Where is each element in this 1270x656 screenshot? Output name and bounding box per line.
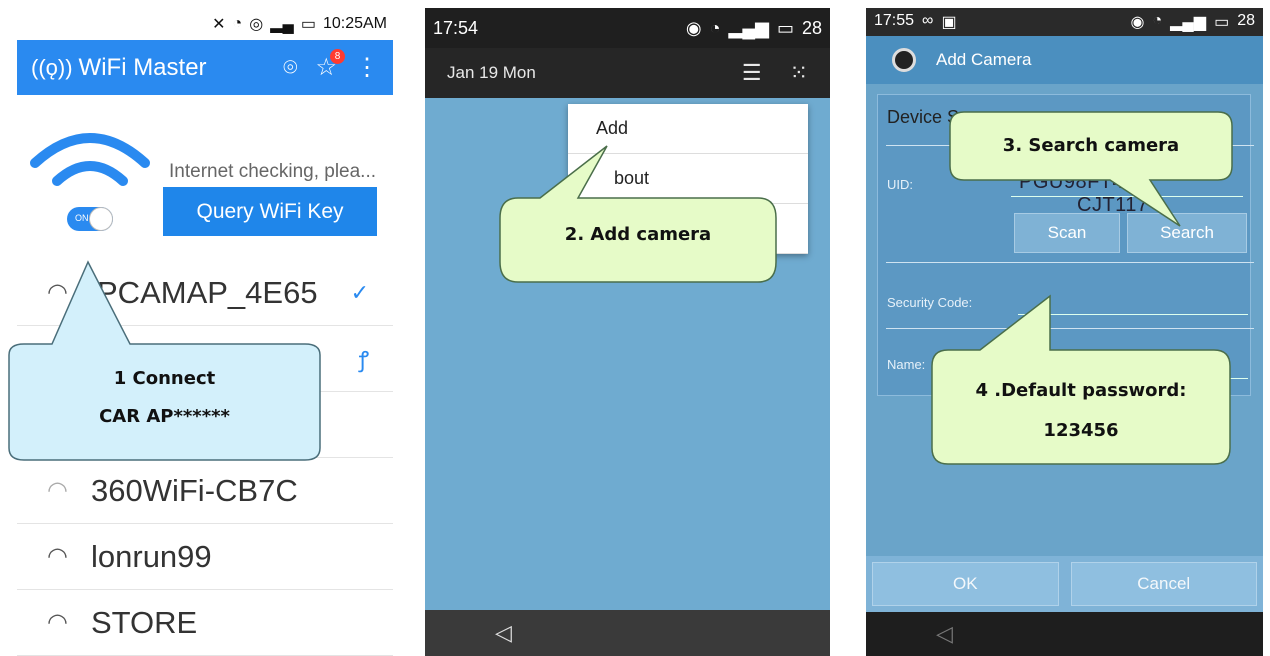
- alarm-icon: ◉: [1130, 14, 1145, 31]
- status-time: 17:54: [433, 17, 479, 38]
- callout-line: 1 Connect: [113, 368, 216, 389]
- alarm-icon: ◉: [685, 17, 702, 38]
- battery-icon: ▭: [1214, 14, 1230, 31]
- uid-input[interactable]: PGU98FT4A CJT117: [1011, 171, 1243, 216]
- status-bar: 17:54 ◉ ◔ ▂▄▆ ▭ 28: [425, 8, 830, 48]
- key-icon: ꝭ: [358, 346, 369, 372]
- mute-icon: ✕: [212, 16, 226, 33]
- app-title: WiFi Master: [78, 53, 207, 81]
- camera-app-screen: 17:54 ◉ ◔ ▂▄▆ ▭ 28 Jan 19 Mon ☰ ⁙ Add bo…: [425, 8, 830, 656]
- wifi-signal-icon: ◔: [709, 17, 721, 38]
- network-ssid: lonrun99: [91, 538, 212, 574]
- app-bar: ((ǫ)) WiFi Master ⌾ ☆ 8 ⋮: [17, 40, 393, 95]
- scan-button[interactable]: Scan: [1014, 213, 1120, 253]
- battery-icon: ▭: [776, 17, 794, 38]
- wifi-master-logo-icon: ((ǫ)): [31, 54, 73, 80]
- network-item[interactable]: ◠ STORE: [17, 590, 393, 656]
- back-icon[interactable]: ◁: [936, 621, 953, 647]
- app-toolbar: Jan 19 Mon ☰ ⁙: [425, 48, 830, 98]
- divider: [886, 262, 1254, 263]
- add-camera-screen: 17:55 ∞ ▣ ◉ ◔ ▂▄▆ ▭ 28 Add Camera Device…: [866, 8, 1263, 656]
- camera-app-logo-icon: [892, 48, 916, 72]
- wifi-toggle[interactable]: ON: [67, 207, 113, 231]
- status-icons: ◉ ◔ ▂▄▆ ▭ 28: [686, 18, 822, 39]
- back-icon[interactable]: ◁: [495, 620, 512, 646]
- name-label: Name:: [887, 357, 926, 372]
- section-heading: Device S: [887, 107, 960, 127]
- network-item[interactable]: ◠ 360WiFi-CB7C: [17, 458, 393, 524]
- title-bar: Add Camera: [866, 36, 1263, 84]
- menu-item-about[interactable]: bout: [568, 154, 808, 204]
- status-left: 17:55 ∞ ▣: [874, 12, 957, 32]
- cell-signal-icon: ▂▄▆: [1170, 14, 1207, 31]
- sync-icon: ◎: [249, 16, 264, 33]
- callout-line: CAR AP******: [99, 406, 230, 427]
- menu-item-add[interactable]: Add: [568, 104, 808, 154]
- location-icon[interactable]: ⌾: [283, 54, 297, 82]
- callout-line: 4 .Default password:: [975, 380, 1187, 401]
- callout-line: 2. Add camera: [564, 224, 712, 245]
- search-button[interactable]: Search: [1127, 213, 1247, 253]
- status-time: 17:55: [874, 12, 915, 29]
- security-code-input[interactable]: [1018, 293, 1248, 315]
- callout-connect-ap-text: 1 Connect CAR AP******: [9, 360, 320, 450]
- callout-search-camera-text: 3. Search camera: [950, 135, 1232, 165]
- battery-icon: ▭: [300, 16, 316, 33]
- wifi-locked-icon: ◠: [47, 543, 68, 570]
- network-item[interactable]: ◠ lonrun99: [17, 524, 393, 590]
- battery-level: 28: [1237, 12, 1255, 29]
- network-ssid: 360WiFi-CB7C: [91, 472, 298, 508]
- wifi-signal-icon: ◔: [1152, 12, 1163, 29]
- status-icons: ◉ ◔ ▂▄▆ ▭ 28: [1130, 12, 1255, 32]
- connected-check-icon: ✓: [350, 279, 369, 305]
- callout-line: 123456: [1043, 420, 1119, 441]
- cancel-button[interactable]: Cancel: [1070, 562, 1257, 606]
- grid-icon[interactable]: ⁙: [790, 60, 808, 86]
- status-bar: ✕ ◔ ◎ ▂▄ ▭ 10:25AM: [17, 8, 393, 40]
- cell-signal-icon: ▂▄▆: [728, 17, 769, 38]
- dialog-actions: OK Cancel: [866, 556, 1263, 612]
- status-bar: 17:55 ∞ ▣ ◉ ◔ ▂▄▆ ▭ 28: [866, 8, 1263, 36]
- connection-status-area: Internet checking, plea... Query WiFi Ke…: [17, 123, 393, 253]
- menu-icon[interactable]: ☰: [742, 60, 762, 86]
- wifi-icon: ◠: [47, 279, 68, 306]
- uid-label: UID:: [887, 177, 913, 192]
- network-list: ◠ PCAMAP_4E65 ✓ ꝭ ◠ 360WiFi-CB7C ◠ lonru…: [17, 260, 393, 656]
- screen-title: Add Camera: [936, 50, 1032, 69]
- toggle-label: ON: [75, 213, 89, 223]
- notification-badge: 8: [330, 49, 345, 64]
- network-ssid: PCAMAP_4E65: [97, 274, 318, 310]
- wifi-master-screen: ✕ ◔ ◎ ▂▄ ▭ 10:25AM ((ǫ)) WiFi Master ⌾ ☆…: [17, 8, 393, 656]
- divider: [886, 328, 1254, 329]
- uid-value: PGU98FT4A: [1019, 171, 1137, 193]
- favorites-icon[interactable]: ☆ 8: [315, 49, 345, 82]
- more-menu-icon[interactable]: ⋮: [355, 53, 379, 82]
- date-label: Jan 19 Mon: [447, 63, 536, 82]
- ok-button[interactable]: OK: [872, 562, 1059, 606]
- callout-add-camera-text: 2. Add camera: [500, 224, 776, 254]
- image-icon: ▣: [941, 14, 957, 31]
- callout-default-password-text: 4 .Default password: 123456: [932, 374, 1230, 454]
- internet-status-text: Internet checking, plea...: [169, 161, 377, 182]
- callout-line: 3. Search camera: [1002, 135, 1180, 156]
- security-code-label: Security Code:: [887, 295, 973, 310]
- wifi-signal-icon: ◔: [232, 15, 243, 32]
- toggle-knob: [89, 207, 113, 231]
- status-time: 10:25AM: [322, 15, 387, 32]
- wifi-locked-icon: ◠: [47, 609, 68, 636]
- nav-bar: ◁: [866, 612, 1263, 656]
- wifi-large-icon: [30, 133, 150, 186]
- nav-bar: ◁: [425, 610, 830, 656]
- cell-signal-icon: ▂▄: [270, 16, 294, 33]
- wifi-open-icon: ◠: [47, 477, 68, 504]
- infinity-icon: ∞: [922, 12, 934, 29]
- battery-level: 28: [801, 17, 822, 38]
- query-wifi-key-button[interactable]: Query WiFi Key: [163, 187, 377, 236]
- network-item[interactable]: ◠ PCAMAP_4E65 ✓: [17, 260, 393, 326]
- network-ssid: STORE: [91, 604, 198, 640]
